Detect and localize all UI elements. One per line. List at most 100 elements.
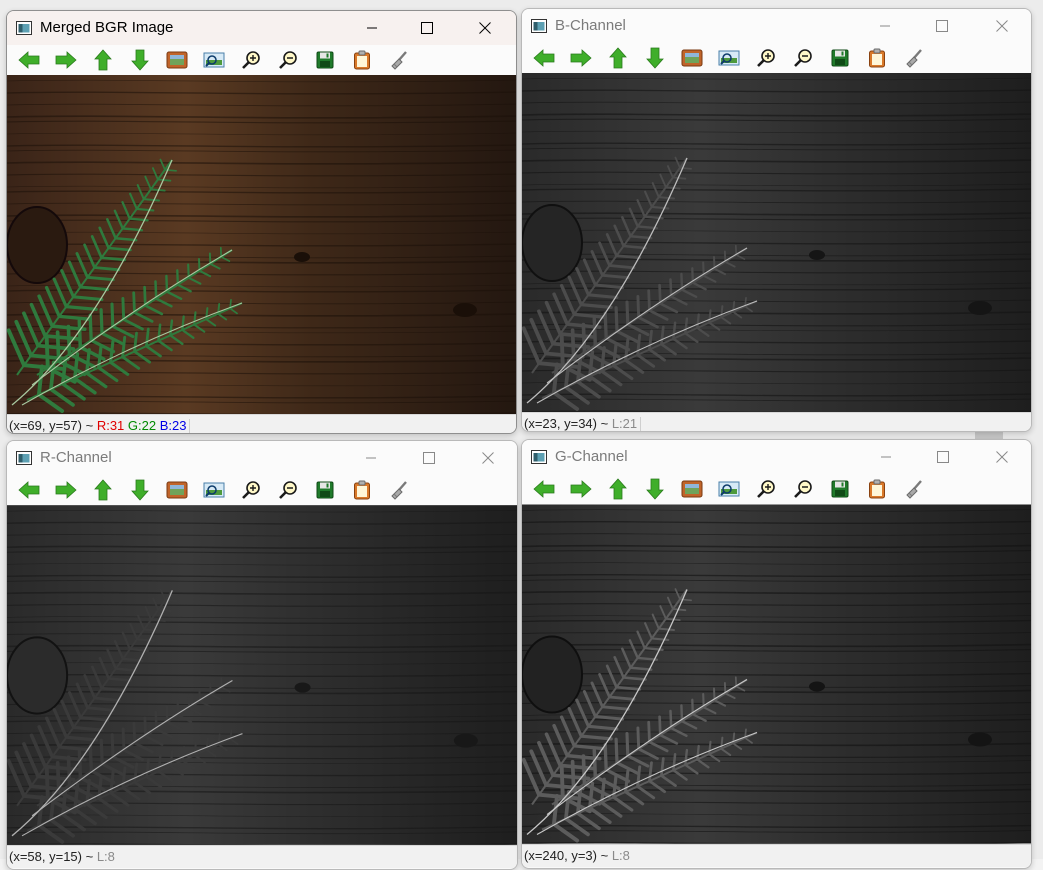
status-divider bbox=[189, 418, 191, 433]
app-icon bbox=[531, 450, 547, 464]
maximize-icon[interactable] bbox=[404, 11, 450, 45]
zoom-in-icon[interactable] bbox=[238, 477, 264, 503]
minimize-icon[interactable] bbox=[349, 11, 395, 45]
clear-icon[interactable] bbox=[901, 476, 927, 502]
r-channel-window[interactable]: R-Channel (x=58, y=15) ~ L:8 bbox=[6, 440, 518, 870]
clear-icon[interactable] bbox=[901, 45, 927, 71]
window-title: Merged BGR Image bbox=[40, 19, 174, 36]
zoom-out-icon[interactable] bbox=[275, 477, 301, 503]
g-channel-image bbox=[522, 504, 1031, 844]
status-bar: (x=58, y=15) ~ L:8 bbox=[7, 845, 517, 868]
pan-right-icon[interactable] bbox=[568, 45, 594, 71]
save-icon[interactable] bbox=[827, 476, 853, 502]
pan-down-icon[interactable] bbox=[642, 45, 668, 71]
zoom-fit-icon[interactable] bbox=[164, 477, 190, 503]
status-bar: (x=23, y=34) ~ L:21 bbox=[522, 412, 1031, 431]
cursor-coordinates: (x=23, y=34) ~ bbox=[524, 416, 609, 431]
app-icon bbox=[531, 19, 547, 33]
maximize-icon[interactable] bbox=[919, 9, 965, 43]
zoom-image-icon[interactable] bbox=[201, 477, 227, 503]
zoom-out-icon[interactable] bbox=[790, 476, 816, 502]
pan-up-icon[interactable] bbox=[90, 47, 116, 73]
pan-up-icon[interactable] bbox=[605, 45, 631, 71]
maximize-icon[interactable] bbox=[920, 440, 966, 474]
title-bar[interactable]: B-Channel bbox=[522, 9, 1031, 43]
title-bar[interactable]: G-Channel bbox=[522, 440, 1031, 474]
status-bar: (x=69, y=57) ~ R:31 G:22 B:23 bbox=[7, 414, 516, 433]
minimize-icon[interactable] bbox=[348, 441, 394, 475]
b-channel-image bbox=[522, 73, 1031, 412]
pan-up-icon[interactable] bbox=[605, 476, 631, 502]
zoom-fit-icon[interactable] bbox=[164, 47, 190, 73]
pan-down-icon[interactable] bbox=[127, 47, 153, 73]
luminance-value: L:8 bbox=[96, 849, 115, 864]
pan-down-icon[interactable] bbox=[642, 476, 668, 502]
title-bar[interactable]: Merged BGR Image bbox=[7, 11, 516, 45]
minimize-icon[interactable] bbox=[862, 9, 908, 43]
pan-right-icon[interactable] bbox=[568, 476, 594, 502]
image-canvas[interactable] bbox=[7, 75, 516, 414]
pan-down-icon[interactable] bbox=[127, 477, 153, 503]
blue-value: B:23 bbox=[159, 418, 187, 433]
clear-icon[interactable] bbox=[386, 477, 412, 503]
zoom-fit-icon[interactable] bbox=[679, 45, 705, 71]
image-canvas[interactable] bbox=[522, 504, 1031, 844]
cursor-coordinates: (x=58, y=15) ~ bbox=[9, 849, 94, 864]
zoom-image-icon[interactable] bbox=[201, 47, 227, 73]
properties-icon[interactable] bbox=[349, 477, 375, 503]
zoom-out-icon[interactable] bbox=[275, 47, 301, 73]
toolbar bbox=[7, 45, 516, 75]
save-icon[interactable] bbox=[312, 47, 338, 73]
image-canvas[interactable] bbox=[7, 505, 517, 845]
toolbar bbox=[522, 43, 1031, 73]
app-icon bbox=[16, 451, 32, 465]
app-icon bbox=[16, 21, 32, 35]
properties-icon[interactable] bbox=[864, 45, 890, 71]
pan-left-icon[interactable] bbox=[531, 476, 557, 502]
image-canvas[interactable] bbox=[522, 73, 1031, 412]
toolbar bbox=[7, 475, 517, 505]
zoom-in-icon[interactable] bbox=[238, 47, 264, 73]
close-icon[interactable] bbox=[462, 11, 508, 45]
zoom-in-icon[interactable] bbox=[753, 45, 779, 71]
r-channel-image bbox=[7, 505, 517, 845]
zoom-image-icon[interactable] bbox=[716, 45, 742, 71]
pan-right-icon[interactable] bbox=[53, 477, 79, 503]
green-value: G:22 bbox=[127, 418, 157, 433]
zoom-fit-icon[interactable] bbox=[679, 476, 705, 502]
pan-left-icon[interactable] bbox=[16, 477, 42, 503]
clear-icon[interactable] bbox=[386, 47, 412, 73]
merged-image bbox=[7, 75, 516, 414]
zoom-image-icon[interactable] bbox=[716, 476, 742, 502]
save-icon[interactable] bbox=[312, 477, 338, 503]
red-value: R:31 bbox=[96, 418, 125, 433]
close-icon[interactable] bbox=[979, 9, 1025, 43]
pan-up-icon[interactable] bbox=[90, 477, 116, 503]
maximize-icon[interactable] bbox=[406, 441, 452, 475]
window-title: R-Channel bbox=[40, 449, 112, 466]
minimize-icon[interactable] bbox=[863, 440, 909, 474]
merged-bgr-window[interactable]: Merged BGR Image (x=69, y=57) ~ R:31 G:2… bbox=[6, 10, 517, 434]
cursor-coordinates: (x=69, y=57) ~ bbox=[9, 418, 94, 433]
save-icon[interactable] bbox=[827, 45, 853, 71]
close-icon[interactable] bbox=[465, 441, 511, 475]
window-title: G-Channel bbox=[555, 448, 628, 465]
properties-icon[interactable] bbox=[349, 47, 375, 73]
title-bar[interactable]: R-Channel bbox=[7, 441, 517, 475]
cursor-coordinates: (x=240, y=3) ~ bbox=[524, 848, 609, 863]
status-bar: (x=240, y=3) ~ L:8 bbox=[522, 844, 1031, 867]
luminance-value: L:21 bbox=[611, 416, 638, 431]
zoom-in-icon[interactable] bbox=[753, 476, 779, 502]
toolbar bbox=[522, 474, 1031, 504]
pan-left-icon[interactable] bbox=[16, 47, 42, 73]
g-channel-window[interactable]: G-Channel (x=240, y=3) ~ L:8 bbox=[521, 439, 1032, 869]
properties-icon[interactable] bbox=[864, 476, 890, 502]
luminance-value: L:8 bbox=[611, 848, 630, 863]
pan-right-icon[interactable] bbox=[53, 47, 79, 73]
zoom-out-icon[interactable] bbox=[790, 45, 816, 71]
status-divider bbox=[640, 416, 642, 431]
window-title: B-Channel bbox=[555, 17, 626, 34]
b-channel-window[interactable]: B-Channel (x=23, y=34) ~ L:21 bbox=[521, 8, 1032, 432]
pan-left-icon[interactable] bbox=[531, 45, 557, 71]
close-icon[interactable] bbox=[979, 440, 1025, 474]
